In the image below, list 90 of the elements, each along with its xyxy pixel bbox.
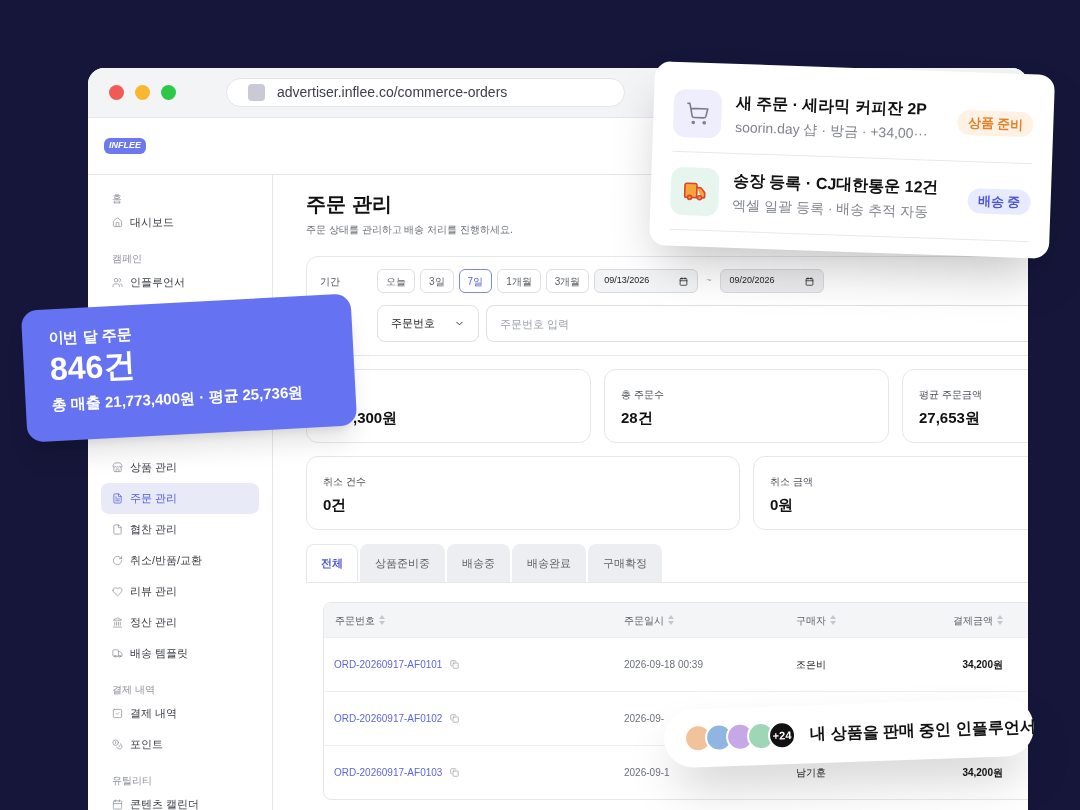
influencer-caption: 내 상품을 판매 중인 인플루언서 <box>809 716 1037 745</box>
date-separator: ~ <box>706 274 712 288</box>
stat-label: 취소 금액 <box>770 475 814 488</box>
period-button[interactable]: 7일 <box>458 269 493 293</box>
truck-icon <box>670 166 720 216</box>
search-type-select[interactable]: 주문번호 <box>377 305 479 342</box>
date-field[interactable]: 09/13/2026 <box>594 269 699 293</box>
column-header: 구매자 <box>796 613 826 628</box>
stat-label: 취소 건수 <box>323 475 367 488</box>
sidebar-item[interactable]: 콘텐츠 캘린더 <box>101 789 259 810</box>
url-bar[interactable]: advertiser.inflee.co/commerce-orders <box>226 78 625 107</box>
menu-icon <box>112 217 123 228</box>
sidebar-item[interactable]: 배송 템플릿 <box>101 638 259 669</box>
copy-icon[interactable] <box>450 768 460 777</box>
sidebar-item[interactable]: 결제 내역 <box>101 698 259 729</box>
section-heading: 유틸리티 <box>111 773 153 788</box>
sort-icon[interactable] <box>668 615 674 625</box>
status-tab[interactable]: 상품준비중 <box>360 544 445 582</box>
menu-icon <box>112 524 123 535</box>
copy-icon[interactable] <box>450 660 460 669</box>
menu-icon <box>112 277 123 288</box>
sidebar-item[interactable]: 정산 관리 <box>101 607 259 638</box>
site-icon <box>248 84 265 101</box>
order-date: 2026-09- <box>624 713 665 724</box>
order-date: 2026-09-18 00:39 <box>624 659 703 670</box>
menu-icon <box>112 799 123 810</box>
calendar-icon <box>679 276 689 286</box>
column-header: 주문번호 <box>335 613 375 628</box>
stat-value: 28건 <box>621 408 653 428</box>
date-field[interactable]: 09/20/2026 <box>719 269 824 293</box>
copy-icon[interactable] <box>450 714 460 723</box>
period-label: 기간 <box>320 274 341 289</box>
cart-icon <box>672 88 723 138</box>
sort-icon[interactable] <box>997 615 1003 625</box>
order-date: 2026-09-1 <box>624 767 670 778</box>
page-title: 주문 관리 <box>306 192 392 217</box>
menu-icon <box>112 586 123 597</box>
sidebar-item[interactable]: 리뷰 관리 <box>101 576 259 607</box>
menu-icon <box>112 462 123 473</box>
section-heading: 홈 <box>111 191 123 206</box>
column-header: 주문일시 <box>624 613 664 628</box>
buyer-name: 남기훈 <box>796 767 826 778</box>
stat-value: 0원 <box>770 495 794 515</box>
sidebar-item[interactable]: 인플루언서 <box>101 267 259 298</box>
order-number-link[interactable]: ORD-20260917-AF0101 <box>334 657 443 672</box>
notification-title: 새 주문 · 세라믹 커피잔 2P <box>735 92 929 120</box>
sidebar-item[interactable]: 상품 관리 <box>101 452 259 483</box>
stat-label: 평균 주문금액 <box>919 388 983 401</box>
stat-value: 27,653원 <box>919 408 980 428</box>
menu-icon <box>112 708 123 719</box>
sidebar-item[interactable]: 취소/반품/교환 <box>101 545 259 576</box>
sort-icon[interactable] <box>379 615 385 625</box>
more-count-badge: +24 <box>767 720 797 750</box>
calendar-icon <box>804 276 814 286</box>
notification-subtitle: soorin.day 샵 · 방금 · +34,00··· <box>734 117 929 144</box>
status-badge: 배송 중 <box>967 187 1032 216</box>
order-number-link[interactable]: ORD-20260917-AF0102 <box>334 711 443 726</box>
status-tab[interactable]: 배송완료 <box>512 544 586 582</box>
menu-icon <box>112 648 123 659</box>
page-subtitle: 주문 상태를 관리하고 배송 처리를 진행하세요. <box>306 223 514 237</box>
search-field[interactable]: 주문번호 입력 <box>486 305 1028 342</box>
sidebar-item[interactable]: 대시보드 <box>101 207 259 238</box>
logo: INFLEE <box>104 138 146 154</box>
payment-amount: 34,200원 <box>962 658 1003 672</box>
stat-value: 0건 <box>323 495 347 515</box>
menu-icon <box>112 493 123 504</box>
period-button[interactable]: 1개월 <box>497 269 541 293</box>
column-header: 결제금액 <box>953 613 993 628</box>
menu-icon <box>112 555 123 566</box>
sidebar-item[interactable]: 포인트 <box>101 729 259 760</box>
status-tab[interactable]: 배송중 <box>447 544 510 582</box>
section-heading: 캠페인 <box>111 251 143 266</box>
status-tab[interactable]: 구매확정 <box>588 544 662 582</box>
sort-icon[interactable] <box>830 615 836 625</box>
url-text: advertiser.inflee.co/commerce-orders <box>277 83 508 102</box>
period-button[interactable]: 오늘 <box>377 269 415 293</box>
period-button[interactable]: 3개월 <box>545 269 590 293</box>
sidebar-item[interactable]: 주문 관리 <box>101 483 259 514</box>
section-heading: 결제 내역 <box>111 682 156 697</box>
sidebar-item[interactable]: 협찬 관리 <box>101 514 259 545</box>
order-number-link[interactable]: ORD-20260917-AF0103 <box>334 765 443 780</box>
menu-icon <box>112 617 123 628</box>
stat-value: ,300원 <box>353 408 398 428</box>
stat-label: 총 주문수 <box>621 388 665 401</box>
buyer-name: 조은비 <box>796 659 826 670</box>
payment-amount: 34,200원 <box>962 766 1003 780</box>
menu-icon <box>112 739 123 750</box>
period-button[interactable]: 3일 <box>420 269 454 293</box>
status-badge: 상품 준비 <box>957 109 1034 138</box>
status-tab[interactable]: 전체 <box>306 544 358 582</box>
